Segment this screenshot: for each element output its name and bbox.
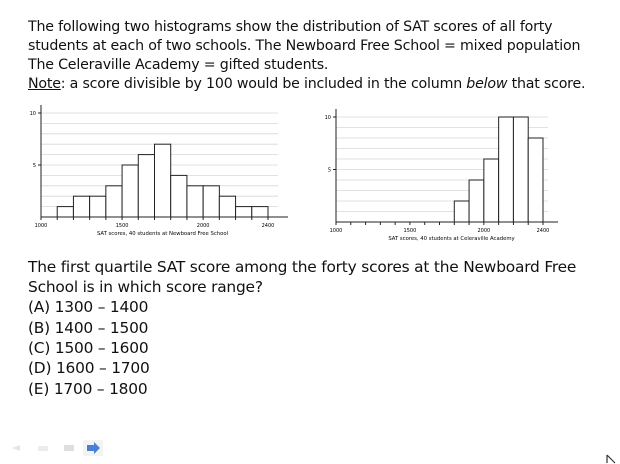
histogram-bar bbox=[483, 158, 500, 223]
y-tick-label: 10 bbox=[30, 111, 36, 117]
histogram-bar bbox=[512, 116, 529, 223]
note-label: Note bbox=[28, 76, 61, 92]
option-d[interactable]: (D) 1600 – 1700 bbox=[28, 359, 150, 377]
histogram-bar bbox=[72, 195, 91, 218]
cursor-icon bbox=[606, 454, 616, 464]
histogram-bar bbox=[89, 195, 107, 218]
histogram-bar bbox=[498, 116, 514, 223]
histogram-bar bbox=[251, 206, 269, 218]
histogram-bar bbox=[121, 164, 139, 218]
option-b[interactable]: (B) 1400 – 1500 bbox=[28, 319, 148, 337]
option-e[interactable]: (E) 1700 – 1800 bbox=[28, 380, 148, 398]
histogram-bar bbox=[468, 179, 485, 223]
x-tick-label: 2400 bbox=[537, 228, 550, 234]
x-axis-label: SAT scores, 40 students at Newboard Free… bbox=[97, 231, 228, 237]
home-icon[interactable] bbox=[38, 446, 48, 451]
histogram-bar bbox=[154, 143, 172, 218]
histogram-bar bbox=[235, 206, 253, 218]
x-tick-label: 1000 bbox=[330, 228, 343, 234]
y-tick-label: 5 bbox=[328, 168, 331, 174]
histogram-bar bbox=[56, 206, 74, 218]
x-axis-label: SAT scores, 40 students at Celeraville A… bbox=[388, 236, 514, 242]
histogram-bar bbox=[218, 195, 237, 218]
x-tick-label: 1500 bbox=[404, 228, 417, 234]
histogram-bar bbox=[170, 174, 188, 218]
y-tick-label: 5 bbox=[33, 163, 36, 169]
histogram-celeraville: 1000 1500 2000 2400 5 10 SAT scores, 40 studen… bbox=[325, 109, 558, 242]
navigation-bar bbox=[12, 440, 103, 456]
intro-line-1: The following two histograms show the di… bbox=[28, 19, 553, 35]
option-a[interactable]: (A) 1300 – 1400 bbox=[28, 298, 148, 316]
intro-line-3: The Celeraville Academy = gifted student… bbox=[28, 57, 329, 73]
y-tick-label: 10 bbox=[325, 115, 331, 121]
histogram-bar bbox=[527, 137, 544, 223]
question-line-2: School is in which score range? bbox=[28, 278, 263, 296]
note-emph: below bbox=[466, 76, 508, 92]
x-tick-label: 1500 bbox=[116, 223, 129, 229]
x-tick-label: 1000 bbox=[35, 223, 48, 229]
question-line-1: The first quartile SAT score among the f… bbox=[28, 258, 577, 276]
x-tick-label: 2000 bbox=[197, 223, 210, 229]
back-arrow-icon[interactable] bbox=[12, 445, 20, 451]
histogram-newboard: 1000 1500 2000 2400 5 10 SAT scores, 40 studen… bbox=[30, 105, 288, 237]
histogram-bar bbox=[186, 185, 204, 218]
intro-line-2: students at each of two schools. The New… bbox=[28, 38, 581, 54]
histogram-bar bbox=[202, 185, 220, 218]
histogram-bar bbox=[105, 185, 123, 218]
note-text-b: that score. bbox=[507, 76, 586, 92]
x-tick-label: 2400 bbox=[262, 223, 275, 229]
histogram-bar bbox=[137, 154, 156, 218]
option-c[interactable]: (C) 1500 – 1600 bbox=[28, 339, 149, 357]
menu-icon[interactable] bbox=[64, 445, 74, 451]
x-tick-label: 2000 bbox=[477, 228, 490, 234]
histogram-bar bbox=[453, 200, 470, 223]
note-text-a: : a score divisible by 100 would be incl… bbox=[60, 76, 467, 92]
intro-note: Note: a score divisible by 100 would be … bbox=[28, 76, 586, 92]
